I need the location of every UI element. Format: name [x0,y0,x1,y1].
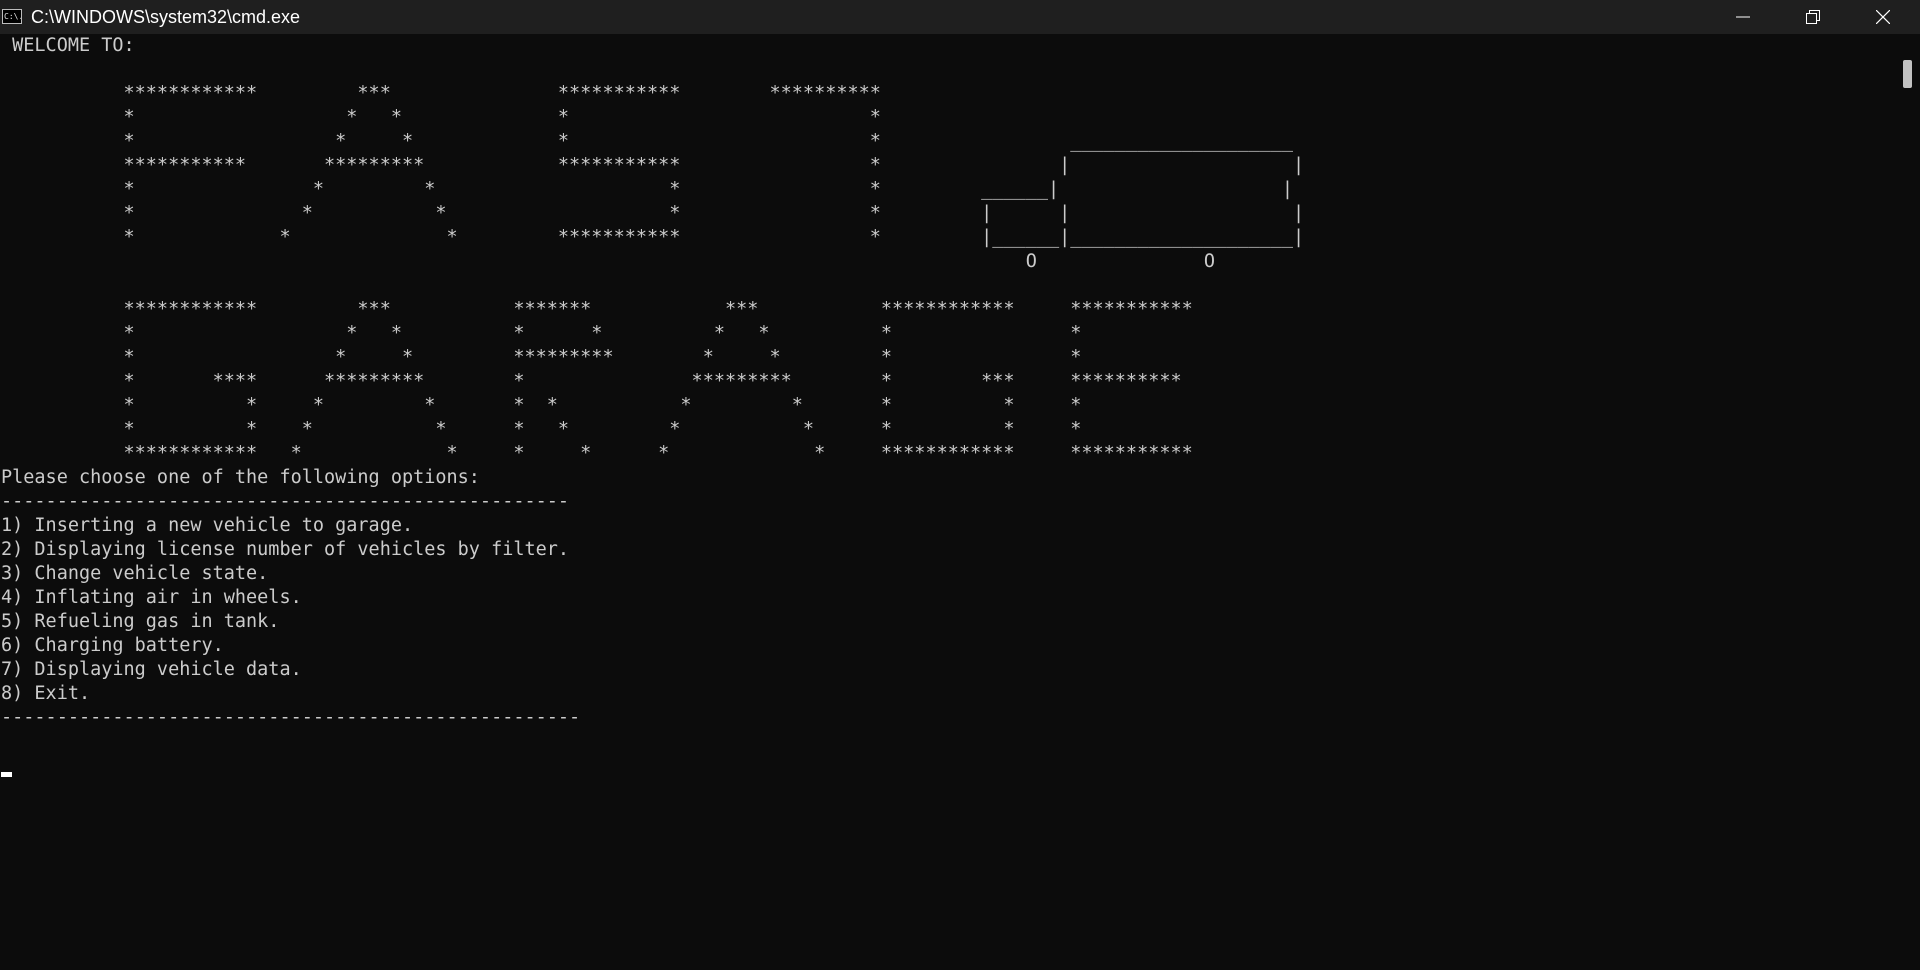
menu-option-6: 6) Charging battery. [1,635,224,656]
menu-option-3: 3) Change vehicle state. [1,563,269,584]
menu-option-7: 7) Displaying vehicle data. [1,659,302,680]
window-title: C:\WINDOWS\system32\cmd.exe [31,7,301,27]
minimize-button[interactable] [1708,0,1778,34]
ascii-art-banner: ************ *** *********** ********** … [123,83,1305,464]
title-bar[interactable]: C:\. C:\WINDOWS\system32\cmd.exe [0,0,1920,34]
welcome-text: WELCOME TO: [1,35,135,56]
minimize-icon [1736,16,1750,18]
close-icon [1876,10,1890,24]
text-cursor [1,772,12,777]
menu-option-5: 5) Refueling gas in tank. [1,611,280,632]
restore-button[interactable] [1778,0,1848,34]
menu-option-8: 8) Exit. [1,683,91,704]
restore-icon [1806,10,1820,24]
cmd-window: C:\. C:\WINDOWS\system32\cmd.exe WELCOME… [0,0,1920,970]
menu-option-1: 1) Inserting a new vehicle to garage. [1,515,414,536]
menu-prompt: Please choose one of the following optio… [1,467,480,488]
vertical-scrollbar[interactable] [1896,34,1920,970]
console-output[interactable]: WELCOME TO: ************ *** ***********… [0,34,1896,970]
scrollbar-thumb[interactable] [1903,60,1912,88]
separator-line: ----------------------------------------… [1,707,581,728]
menu-option-4: 4) Inflating air in wheels. [1,587,302,608]
cmd-app-icon[interactable]: C:\. [2,9,22,24]
separator-line: ----------------------------------------… [1,491,570,512]
menu-option-2: 2) Displaying license number of vehicles… [1,539,570,560]
close-button[interactable] [1848,0,1918,34]
